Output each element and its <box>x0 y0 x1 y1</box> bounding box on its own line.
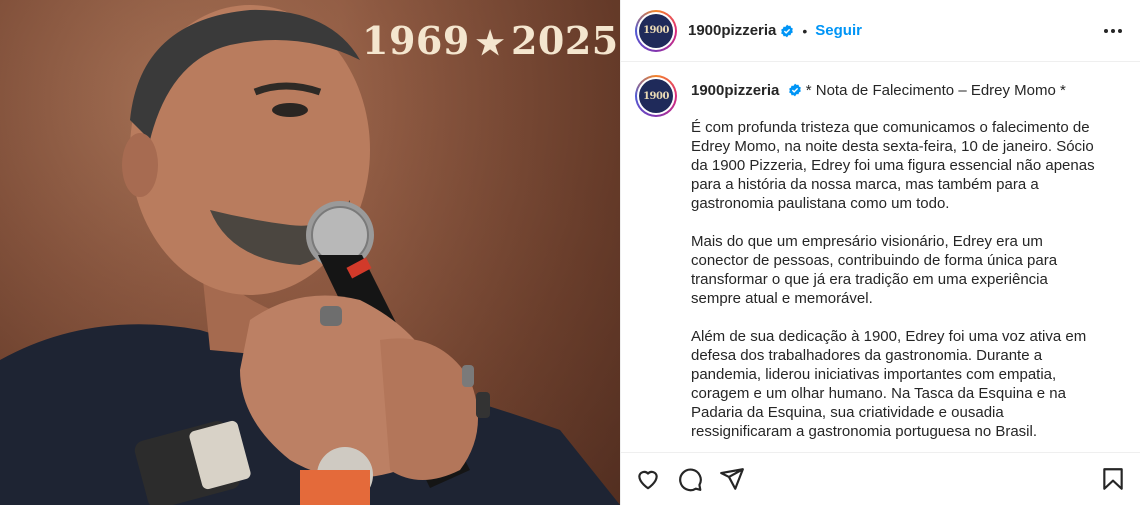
caption-username-link[interactable]: 1900pizzeria <box>691 82 779 99</box>
more-icon <box>1104 28 1108 33</box>
more-options-button[interactable] <box>1104 28 1122 33</box>
caption-avatar[interactable]: 1900 <box>635 75 677 117</box>
comment-icon[interactable] <box>677 466 703 492</box>
star-icon: ★ <box>475 24 505 62</box>
post-actions-bar <box>621 452 1140 505</box>
post-image[interactable]: 1969 ★ 2025 <box>0 0 620 505</box>
follow-button[interactable]: Seguir <box>815 22 862 39</box>
verified-badge-icon <box>781 24 794 37</box>
caption-headline: * Nota de Falecimento – Edrey Momo * <box>805 82 1066 99</box>
caption-first-line: 1900pizzeria * Nota de Falecimento – Edr… <box>691 81 1101 100</box>
avatar-logo: 1900 <box>639 79 673 113</box>
year-end: 2025 <box>510 18 619 63</box>
username-link[interactable]: 1900pizzeria <box>688 22 776 39</box>
caption-body: 1900pizzeria * Nota de Falecimento – Edr… <box>691 75 1101 445</box>
caption-paragraph: Além de sua dedicação à 1900, Edrey foi … <box>691 328 1087 440</box>
post-header: 1900 1900pizzeria • Seguir <box>621 0 1140 62</box>
post-side-panel: 1900 1900pizzeria • Seguir 1900 1900pizz… <box>620 0 1140 505</box>
caption-paragraph: Mais do que um empresário visionário, Ed… <box>691 233 1058 307</box>
year-start: 1969 <box>362 18 470 63</box>
person-illustration <box>0 5 620 505</box>
bookmark-icon[interactable] <box>1100 466 1126 492</box>
caption-paragraph: É com profunda tristeza que comunicamos … <box>691 119 1095 212</box>
verified-badge-icon <box>788 83 801 97</box>
post-caption: 1900 1900pizzeria * Nota de Falecimento … <box>635 75 1126 445</box>
separator-dot: • <box>802 22 808 39</box>
share-icon[interactable] <box>719 466 745 492</box>
avatar-logo: 1900 <box>639 13 673 48</box>
avatar[interactable]: 1900 <box>635 9 677 52</box>
heart-icon[interactable] <box>635 466 661 492</box>
anniversary-overlay: 1969 ★ 2025 <box>362 18 619 63</box>
